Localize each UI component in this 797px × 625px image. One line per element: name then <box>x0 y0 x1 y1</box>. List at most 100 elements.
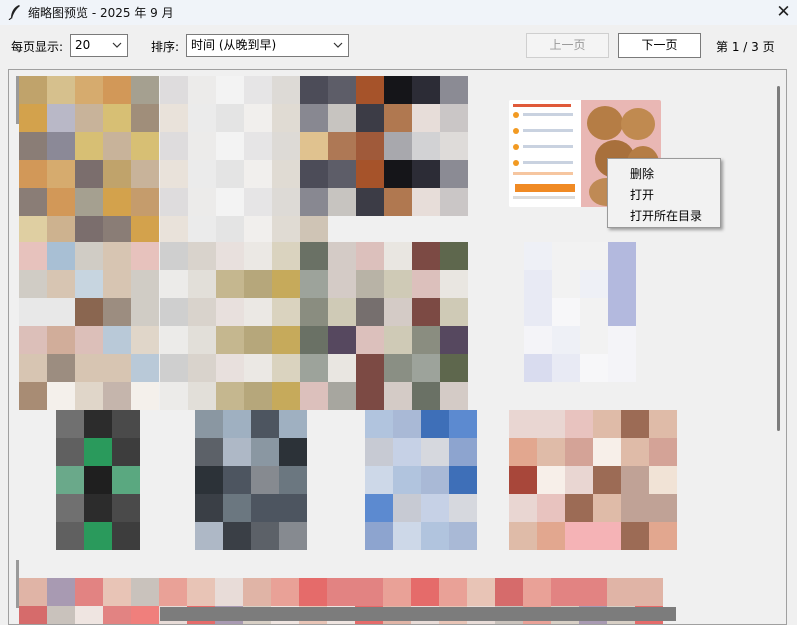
thumbnail-8[interactable] <box>524 242 636 382</box>
mosaic-cell <box>328 104 356 132</box>
mosaic-cell <box>328 354 356 382</box>
mosaic-cell <box>300 76 328 104</box>
mosaic-cell <box>523 578 551 606</box>
horizontal-scrollbar[interactable] <box>160 607 676 621</box>
mosaic-cell <box>84 522 112 550</box>
mosaic-cell <box>537 494 565 522</box>
vertical-scrollbar[interactable] <box>777 86 780 431</box>
mosaic-cell <box>188 270 216 298</box>
mosaic-cell <box>300 160 328 188</box>
mosaic-cell <box>47 578 75 606</box>
mosaic-cell <box>244 216 272 244</box>
mosaic-cell <box>593 522 621 550</box>
mosaic-cell <box>300 270 328 298</box>
mosaic-cell <box>449 522 477 550</box>
thumb-row <box>513 172 573 175</box>
mosaic-cell <box>524 242 552 270</box>
thumbnail-11[interactable] <box>365 410 477 550</box>
next-page-button[interactable]: 下一页 <box>618 33 701 58</box>
thumbnail-7[interactable] <box>300 242 468 410</box>
mosaic-cell <box>216 104 244 132</box>
mosaic-cell <box>440 160 468 188</box>
thumbnail-9[interactable] <box>56 410 140 550</box>
mosaic-cell <box>440 104 468 132</box>
mosaic-cell <box>440 242 468 270</box>
mosaic-cell <box>608 270 636 298</box>
mosaic-cell <box>195 522 223 550</box>
mosaic-cell <box>365 494 393 522</box>
mosaic-cell <box>621 410 649 438</box>
mosaic-cell <box>412 242 440 270</box>
mosaic-cell <box>223 466 251 494</box>
thumbnail-5[interactable] <box>19 242 159 410</box>
close-button[interactable]: ✕ <box>770 0 797 25</box>
thumbnail-panel[interactable] <box>8 69 787 625</box>
mosaic-cell <box>188 76 216 104</box>
mosaic-cell <box>160 160 188 188</box>
mosaic-cell <box>75 188 103 216</box>
mosaic-cell <box>216 188 244 216</box>
mosaic-cell <box>300 104 328 132</box>
mosaic-cell <box>300 298 328 326</box>
chevron-down-icon <box>333 42 343 48</box>
mosaic-cell <box>216 160 244 188</box>
thumb-banner <box>515 184 575 192</box>
mosaic-cell <box>47 242 75 270</box>
mosaic-cell <box>279 410 307 438</box>
thumb-row <box>523 129 573 132</box>
mosaic-cell <box>195 410 223 438</box>
mosaic-cell <box>75 216 103 244</box>
toolbar: 每页显示: 20 排序: 时间 (从晚到早) 上一页 下一页 第 1 / 3 页 <box>0 25 797 67</box>
mosaic-cell <box>47 188 75 216</box>
mosaic-cell <box>412 132 440 160</box>
menu-item-delete[interactable]: 删除 <box>630 165 654 182</box>
mosaic-cell <box>75 76 103 104</box>
mosaic-cell <box>649 438 677 466</box>
mosaic-cell <box>509 522 537 550</box>
mosaic-cell <box>216 216 244 244</box>
thumbnail-1[interactable] <box>19 76 159 244</box>
mosaic-cell <box>112 522 140 550</box>
mosaic-cell <box>537 522 565 550</box>
mosaic-cell <box>356 188 384 216</box>
mosaic-cell <box>195 438 223 466</box>
sort-select[interactable]: 时间 (从晚到早) <box>186 34 349 57</box>
prev-page-button[interactable]: 上一页 <box>526 33 609 58</box>
mosaic-cell <box>272 354 300 382</box>
mosaic-cell <box>440 188 468 216</box>
mosaic-cell <box>160 298 188 326</box>
mosaic-cell <box>244 188 272 216</box>
mosaic-cell <box>328 132 356 160</box>
mosaic-cell <box>19 606 47 624</box>
mosaic-cell <box>19 242 47 270</box>
mosaic-cell <box>552 270 580 298</box>
mosaic-cell <box>84 466 112 494</box>
mosaic-cell <box>56 466 84 494</box>
mosaic-cell <box>565 522 593 550</box>
mosaic-cell <box>216 382 244 410</box>
mosaic-cell <box>356 132 384 160</box>
per-page-select[interactable]: 20 <box>70 34 128 57</box>
menu-item-open-folder[interactable]: 打开所在目录 <box>630 207 702 224</box>
mosaic-cell <box>47 354 75 382</box>
mosaic-cell <box>103 188 131 216</box>
mosaic-cell <box>131 132 159 160</box>
mosaic-cell <box>552 242 580 270</box>
menu-item-open[interactable]: 打开 <box>630 186 654 203</box>
mosaic-cell <box>47 298 75 326</box>
mosaic-cell <box>103 606 131 624</box>
mosaic-cell <box>19 382 47 410</box>
mosaic-cell <box>84 494 112 522</box>
mosaic-cell <box>103 382 131 410</box>
mosaic-cell <box>440 326 468 354</box>
mosaic-cell <box>160 242 188 270</box>
mosaic-cell <box>75 160 103 188</box>
thumbnail-3[interactable] <box>300 76 468 216</box>
mosaic-cell <box>47 132 75 160</box>
page-indicator: 第 1 / 3 页 <box>716 40 775 54</box>
mosaic-cell <box>524 326 552 354</box>
thumbnail-12[interactable] <box>509 410 677 550</box>
mosaic-cell <box>216 76 244 104</box>
thumbnail-10[interactable] <box>195 410 307 550</box>
mosaic-cell <box>75 242 103 270</box>
